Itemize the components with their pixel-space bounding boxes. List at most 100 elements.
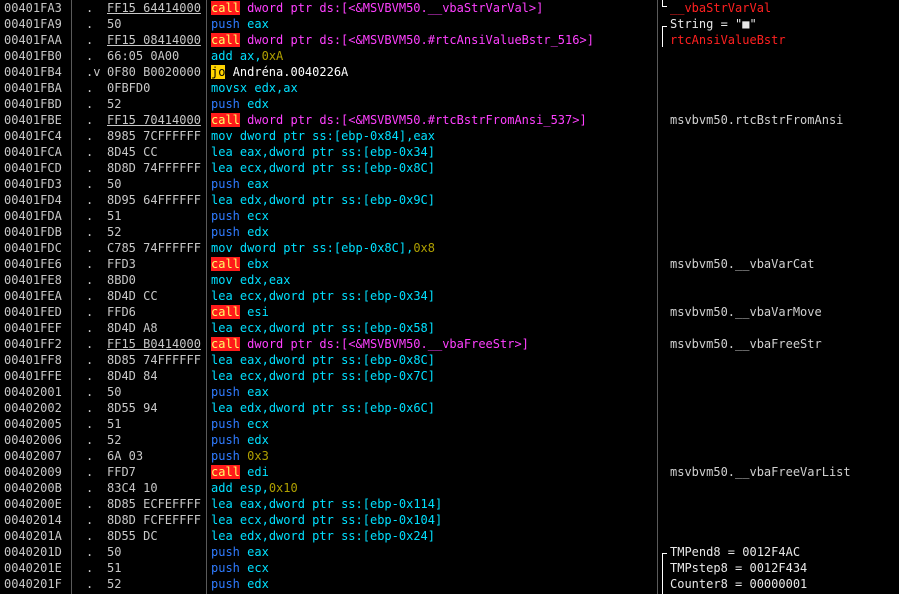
table-row[interactable]: 0040201F. 52 push edx Counter8 = 00000001: [0, 576, 899, 592]
hex-dump-cell: 6A 03: [107, 449, 144, 463]
comment-cell: [670, 160, 898, 176]
hex-dump-cell: 52: [107, 225, 122, 239]
operand: ecx,dword ptr ss:[ebp-0x8C]: [239, 161, 435, 175]
table-row[interactable]: 00401FFE. 8D4D 84 lea ecx,dword ptr ss:[eb…: [0, 368, 899, 384]
operand: ax,: [239, 49, 262, 63]
table-row[interactable]: 00401FC4. 8985 7CFFFFFF mov dword ptr ss:[…: [0, 128, 899, 144]
comment-cell: [670, 192, 898, 208]
table-row[interactable]: 0040201D. 50 push eax TMPend8 = 0012F4AC: [0, 544, 899, 560]
branch-marker: .: [86, 321, 94, 335]
comment-cell: [670, 64, 898, 80]
address-cell: 00401FB0: [4, 49, 62, 63]
comment-cell: [670, 144, 898, 160]
table-row[interactable]: 00401FCD. 8D8D 74FFFFFF lea ecx,dword ptr …: [0, 160, 899, 176]
table-row[interactable]: 0040201E. 51 push ecx TMPstep8 = 0012F434: [0, 560, 899, 576]
table-row[interactable]: 00401FDC. C785 74FFFFFF mov dword ptr ss:[…: [0, 240, 899, 256]
hex-dump-cell: FF15 64414000: [107, 1, 201, 15]
mnemonic: lea: [211, 193, 233, 207]
operand: esp,: [239, 481, 269, 495]
table-row[interactable]: 00401FEA. 8D4D CC lea ecx,dword ptr ss:[eb…: [0, 288, 899, 304]
branch-marker: .: [86, 513, 94, 527]
comment-cell: msvbvm50.__vbaFreeVarList: [670, 465, 851, 479]
table-row[interactable]: 0040201A. 8D55 DC lea edx,dword ptr ss:[eb…: [0, 528, 899, 544]
disassembler-view[interactable]: 00401FA3. FF15 64414000 call dword ptr ds:…: [0, 0, 899, 594]
table-row[interactable]: 00401FF2. FF15 B0414000 call dword ptr ds:…: [0, 336, 899, 352]
comment-cell: TMPstep8 = 0012F434: [670, 561, 808, 575]
address-cell: 00401FBE: [4, 113, 62, 127]
disassembly-cell: lea eax,dword ptr ss:[ebp-0x34]: [211, 144, 655, 160]
hex-dump-cell: 8985 7CFFFFFF: [107, 129, 201, 143]
table-row[interactable]: 00401FDB. 52 push edx: [0, 224, 899, 240]
comment-cell: [670, 496, 898, 512]
disassembly-cell: push edx: [211, 96, 655, 112]
mnemonic: lea: [211, 161, 233, 175]
comment-cell: Counter8 = 00000001: [670, 577, 808, 591]
branch-marker: .: [86, 17, 94, 31]
mnemonic: push: [211, 225, 240, 239]
table-row[interactable]: 00401FBA. 0FBFD0 movsx edx,ax: [0, 80, 899, 96]
table-row[interactable]: 00401FB4 .v 0F80 B0020000 jo Andréna.004022…: [0, 64, 899, 80]
mnemonic: call: [211, 337, 240, 351]
table-row[interactable]: 0040200B. 83C4 10 add esp,0x10: [0, 480, 899, 496]
table-row[interactable]: 00402009. FFD7 call edi msvbvm50.__vbaFreeV…: [0, 464, 899, 480]
table-row[interactable]: 00401FA9. 50 push eax String = "■": [0, 16, 899, 32]
branch-marker: .: [86, 417, 94, 431]
mnemonic: mov: [211, 241, 233, 255]
table-row[interactable]: 00402002. 8D55 94 lea edx,dword ptr ss:[eb…: [0, 400, 899, 416]
branch-marker: .: [86, 529, 94, 543]
address-cell: 00402005: [4, 417, 62, 431]
table-row[interactable]: 00402006. 52 push edx: [0, 432, 899, 448]
comment-cell: [670, 352, 898, 368]
mnemonic: push: [211, 177, 240, 191]
table-row[interactable]: 00401FD3. 50 push eax: [0, 176, 899, 192]
table-row[interactable]: 00401FCA. 8D45 CC lea eax,dword ptr ss:[eb…: [0, 144, 899, 160]
table-row[interactable]: 00401FBE. FF15 70414000 call dword ptr ds:…: [0, 112, 899, 128]
hex-dump-cell: 50: [107, 385, 122, 399]
table-row[interactable]: 00401FF8. 8D85 74FFFFFF lea eax,dword ptr …: [0, 352, 899, 368]
comment-cell: [670, 432, 898, 448]
table-row[interactable]: 00401FED. FFD6 call esi msvbvm50.__vbaVarMo…: [0, 304, 899, 320]
disassembly-cell: lea eax,dword ptr ss:[ebp-0x8C]: [211, 352, 655, 368]
branch-marker: .: [86, 161, 94, 175]
comment-cell: msvbvm50.__vbaVarCat: [670, 257, 815, 271]
mnemonic: add: [211, 481, 233, 495]
operand: edx,eax: [239, 273, 291, 287]
comment-bracket-bottom: [662, 553, 667, 594]
mnemonic: call: [211, 257, 240, 271]
disassembly-cell: mov edx,eax: [211, 272, 655, 288]
table-row[interactable]: 00401FB0. 66:05 0A00 add ax,0xA: [0, 48, 899, 64]
mnemonic: lea: [211, 513, 233, 527]
hex-dump-cell: 8D8D FCFEFFFF: [107, 513, 201, 527]
table-row[interactable]: 00401FD4. 8D95 64FFFFFF lea edx,dword ptr …: [0, 192, 899, 208]
table-row[interactable]: 00401FDA. 51 push ecx: [0, 208, 899, 224]
mnemonic: push: [211, 17, 240, 31]
table-row[interactable]: 00401FE6. FFD3 call ebx msvbvm50.__vbaVarCa…: [0, 256, 899, 272]
address-cell: 00401FBD: [4, 97, 62, 111]
comment-cell: [670, 288, 898, 304]
branch-marker: .: [86, 33, 94, 47]
hex-dump-cell: 52: [107, 97, 122, 111]
table-row[interactable]: 00401FEF. 8D4D A8 lea ecx,dword ptr ss:[eb…: [0, 320, 899, 336]
hex-dump-cell: 8D8D 74FFFFFF: [107, 161, 201, 175]
table-row[interactable]: 00402007. 6A 03 push 0x3: [0, 448, 899, 464]
operand: eax,dword ptr ss:[ebp-0x114]: [239, 497, 443, 511]
disassembly-cell: call dword ptr ds:[<&MSVBVM50.__vbaFreeS…: [211, 336, 655, 352]
table-row[interactable]: 00401FAA. FF15 08414000 call dword ptr ds:…: [0, 32, 899, 48]
comment-cell: msvbvm50.__vbaFreeStr: [670, 337, 822, 351]
table-row[interactable]: 00402001. 50 push eax: [0, 384, 899, 400]
table-row[interactable]: 00402005. 51 push ecx: [0, 416, 899, 432]
disassembly-cell: push edx: [211, 576, 655, 592]
operand: dword ptr ss:[ebp-0x84],eax: [239, 129, 435, 143]
mnemonic: push: [211, 97, 240, 111]
table-row[interactable]: 00402014. 8D8D FCFEFFFF lea ecx,dword ptr …: [0, 512, 899, 528]
table-row[interactable]: 00401FBD. 52 push edx: [0, 96, 899, 112]
table-row[interactable]: 00401FE8. 8BD0 mov edx,eax: [0, 272, 899, 288]
mnemonic: push: [211, 417, 240, 431]
mnemonic: push: [211, 577, 240, 591]
table-row[interactable]: 0040200E. 8D85 ECFEFFFF lea eax,dword ptr …: [0, 496, 899, 512]
address-cell: 00401FCD: [4, 161, 62, 175]
mnemonic: push: [211, 209, 240, 223]
mnemonic: lea: [211, 369, 233, 383]
table-row[interactable]: 00401FA3. FF15 64414000 call dword ptr ds:…: [0, 0, 899, 16]
comment-cell: [670, 240, 898, 256]
